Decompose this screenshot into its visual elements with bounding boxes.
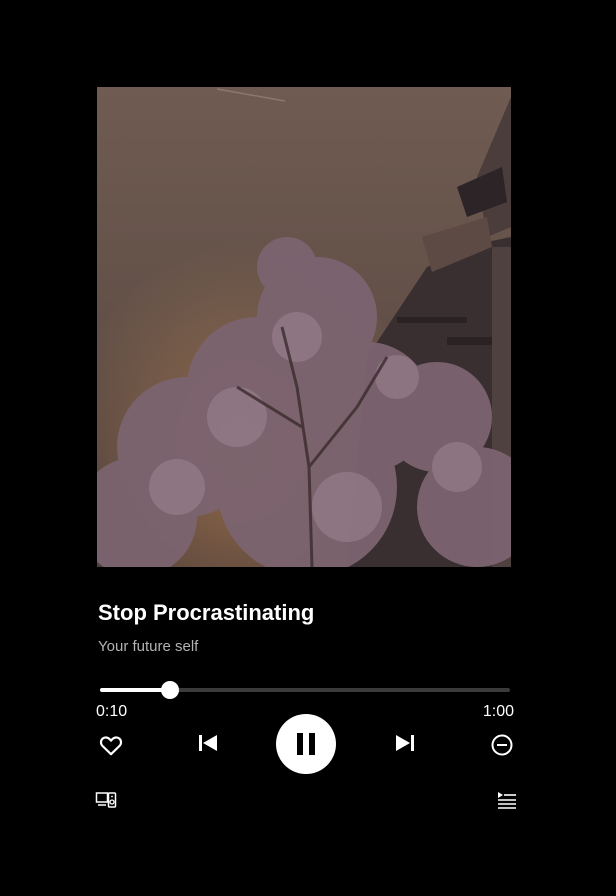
previous-button[interactable]	[193, 728, 223, 758]
total-duration: 1:00	[482, 703, 514, 720]
pause-icon	[297, 733, 315, 755]
like-button[interactable]	[96, 730, 126, 760]
skip-previous-icon	[199, 735, 217, 751]
track-title[interactable]: Stop Procrastinating	[98, 600, 314, 626]
pause-button[interactable]	[276, 714, 336, 774]
queue-button[interactable]	[493, 787, 519, 813]
elapsed-time: 0:10	[96, 703, 128, 720]
connect-devices-button[interactable]	[93, 787, 119, 813]
minus-circle-icon	[491, 734, 513, 756]
progress-thumb[interactable]	[160, 681, 179, 699]
queue-icon	[498, 792, 516, 809]
track-artist[interactable]: Your future self	[98, 638, 198, 655]
progress-bar[interactable]	[100, 681, 510, 699]
skip-next-icon	[396, 735, 414, 751]
connect-devices-icon	[95, 792, 117, 808]
hide-song-button[interactable]	[487, 730, 517, 760]
album-artwork	[97, 87, 511, 567]
heart-icon	[99, 736, 123, 756]
next-button[interactable]	[390, 728, 420, 758]
progress-fill	[100, 688, 170, 692]
